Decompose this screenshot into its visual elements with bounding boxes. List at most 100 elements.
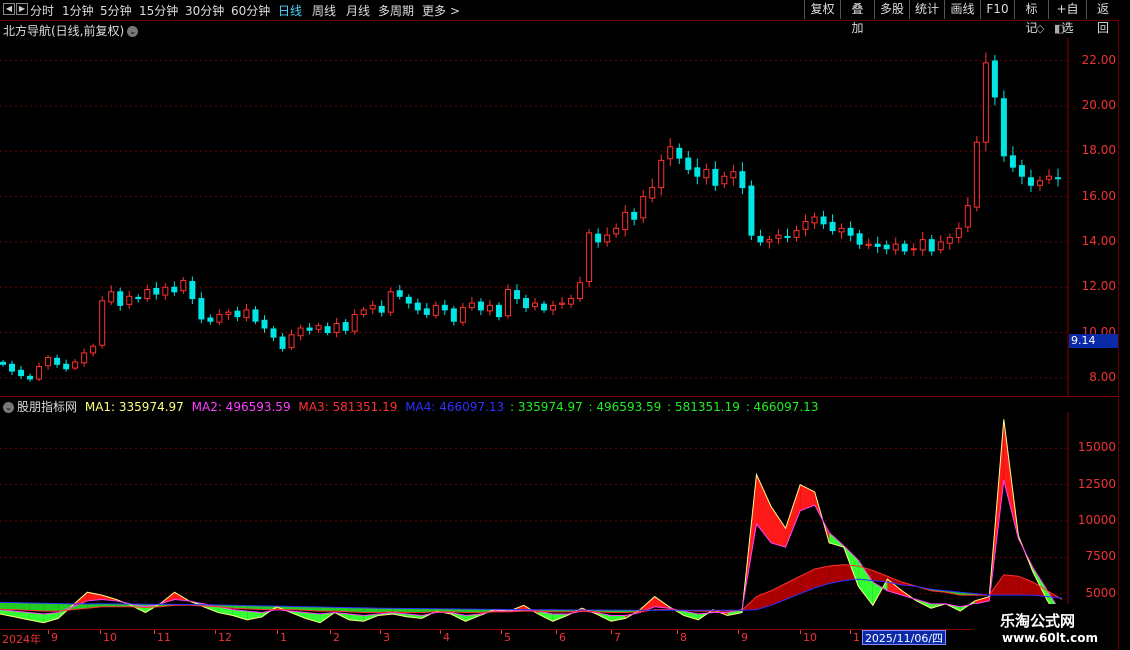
ma3-ma4-band xyxy=(1003,574,1019,596)
candle-body xyxy=(81,352,88,364)
period-tab-minute-time[interactable]: 分时 xyxy=(30,2,54,19)
candle-body xyxy=(216,313,223,323)
period-tab-monthly[interactable]: 月线 xyxy=(346,2,370,19)
stock-title-text: 北方导航(日线,前复权) xyxy=(3,24,125,38)
period-tab-60min[interactable]: 60分钟 xyxy=(231,2,270,19)
x-tick-mark xyxy=(501,630,502,634)
multi-stock-button[interactable]: 多股 xyxy=(874,0,909,19)
candle-body xyxy=(640,196,647,219)
top-toolbar: ◀ ▶ 分时 1分钟 5分钟 15分钟 30分钟 60分钟 日线 周线 月线 多… xyxy=(0,0,1130,35)
nav-right-icon[interactable]: ▶ xyxy=(16,3,28,15)
candle-body xyxy=(766,239,773,243)
restore-rights-button[interactable]: 复权 xyxy=(804,0,840,19)
candle-body xyxy=(171,286,178,293)
candle-body xyxy=(901,243,908,252)
candle-body xyxy=(919,239,926,251)
cursor-date-tag: 2025/11/06/四 xyxy=(862,630,946,645)
candlestick-chart[interactable] xyxy=(0,38,1118,396)
f10-button[interactable]: F10 xyxy=(980,0,1014,19)
x-tick-label: 10 xyxy=(803,631,817,644)
candle-body xyxy=(198,298,205,320)
period-tab-5min[interactable]: 5分钟 xyxy=(100,2,132,19)
candle-body xyxy=(396,290,403,297)
ma3-ma4-band xyxy=(29,602,44,612)
candle-body xyxy=(595,233,602,243)
period-tab-daily[interactable]: 日线 xyxy=(278,2,302,19)
candle-body xyxy=(775,234,782,239)
candle-body xyxy=(477,301,484,311)
x-tick-label: 2 xyxy=(333,631,340,644)
candle-body xyxy=(847,227,854,236)
ma3-ma4-band xyxy=(14,602,30,611)
candle-body xyxy=(9,363,16,372)
candle-body xyxy=(937,241,944,251)
main-chart-title[interactable]: 北方导航(日线,前复权) ⌄ xyxy=(3,22,139,39)
x-tick-label: 5 xyxy=(504,631,511,644)
candle-body xyxy=(342,322,349,331)
x-tick-label: 1 xyxy=(853,631,860,644)
price-tick-label: 14.00 xyxy=(1081,233,1116,248)
candle-body xyxy=(405,296,412,304)
candle-body xyxy=(604,234,611,243)
add-watchlist-button[interactable]: +自选 xyxy=(1048,0,1086,35)
chevron-down-icon[interactable]: ⌄ xyxy=(127,26,139,37)
price-tick-label: 16.00 xyxy=(1081,188,1116,203)
x-tick-mark xyxy=(277,630,278,634)
candle-body xyxy=(351,313,358,332)
draw-line-button[interactable]: 画线 xyxy=(944,0,980,19)
candle-body xyxy=(1018,165,1025,177)
candle-body xyxy=(513,290,520,300)
candle-body xyxy=(45,356,52,367)
back-button[interactable]: 返回 xyxy=(1086,0,1119,35)
x-tick-label: 6 xyxy=(559,631,566,644)
candle-body xyxy=(964,205,971,228)
candle-body xyxy=(676,147,683,159)
period-tab-15min[interactable]: 15分钟 xyxy=(139,2,178,19)
x-tick-mark xyxy=(800,630,801,634)
statistics-button[interactable]: 统计 xyxy=(909,0,944,19)
candle-body xyxy=(261,319,268,329)
candle-body xyxy=(0,361,6,365)
more-menu[interactable]: 更多 > xyxy=(422,2,460,19)
period-tab-30min[interactable]: 30分钟 xyxy=(185,2,224,19)
candle-body xyxy=(441,304,448,311)
candle-body xyxy=(333,322,340,334)
right-side-panel[interactable] xyxy=(1118,20,1130,650)
candle-body xyxy=(423,308,430,315)
candle-body xyxy=(721,175,728,185)
period-tab-multi[interactable]: 多周期 xyxy=(378,2,414,19)
window-toggle-icon[interactable]: ◧ xyxy=(1054,22,1064,35)
watermark-title: 乐淘公式网 xyxy=(1000,612,1076,630)
candle-body xyxy=(532,302,539,308)
x-tick-mark xyxy=(738,630,739,634)
candle-body xyxy=(541,303,548,311)
period-tab-weekly[interactable]: 周线 xyxy=(312,2,336,19)
nav-left-icon[interactable]: ◀ xyxy=(3,3,15,15)
diamond-icon[interactable]: ◇ xyxy=(1036,22,1044,35)
x-tick-label: 9 xyxy=(741,631,748,644)
candle-body xyxy=(820,216,827,225)
overlay-button[interactable]: 叠加 xyxy=(840,0,874,35)
period-tab-1min[interactable]: 1分钟 xyxy=(62,2,94,19)
candle-body xyxy=(910,248,917,251)
price-tick-label: 20.00 xyxy=(1081,97,1116,112)
x-tick-mark xyxy=(100,630,101,634)
x-tick-label: 4 xyxy=(443,631,450,644)
candle-body xyxy=(108,291,115,303)
candle-body xyxy=(685,157,692,170)
indicator-tick-label: 5000 xyxy=(1085,585,1116,600)
candle-body xyxy=(450,308,457,322)
mark-button[interactable]: 标记 xyxy=(1014,0,1048,35)
candle-body xyxy=(162,286,169,296)
candle-body xyxy=(54,357,61,365)
candle-body xyxy=(486,304,493,312)
candle-body xyxy=(748,185,755,236)
candle-body xyxy=(658,159,665,189)
x-tick-label: 3 xyxy=(383,631,390,644)
candle-body xyxy=(306,327,313,331)
candle-body xyxy=(1027,177,1034,186)
indicator-chart[interactable] xyxy=(0,412,1118,630)
candle-body xyxy=(712,168,719,186)
candle-body xyxy=(126,295,133,305)
candle-body xyxy=(63,363,70,370)
